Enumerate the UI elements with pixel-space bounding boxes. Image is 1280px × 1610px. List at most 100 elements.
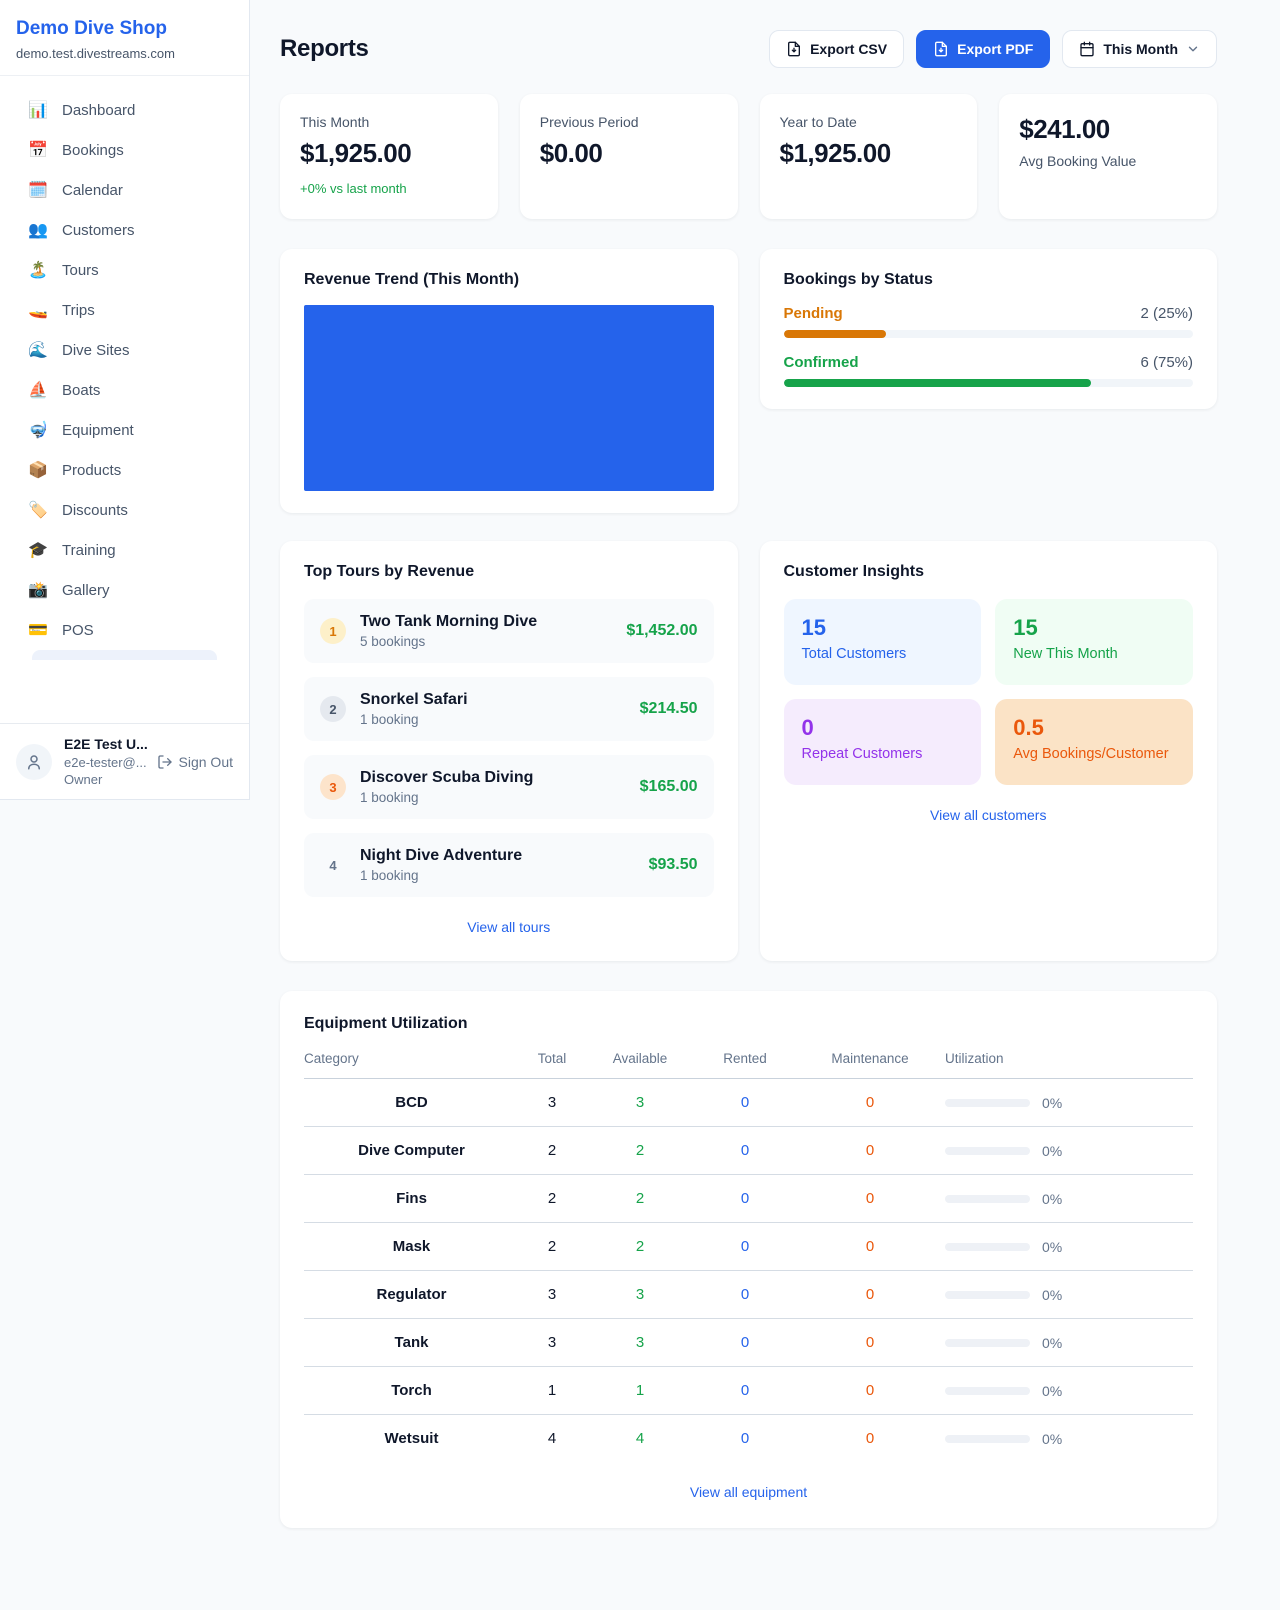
- shop-name: Demo Dive Shop: [16, 18, 233, 40]
- sidebar-item-pos[interactable]: 💳 POS: [16, 610, 233, 650]
- cell-available: 3: [585, 1079, 695, 1127]
- table-row: Mask 2 2 0 0 0%: [304, 1223, 1193, 1271]
- sidebar-item-gallery[interactable]: 📸Gallery: [16, 570, 233, 610]
- status-label-confirmed: Confirmed: [784, 354, 859, 371]
- trips-boat-icon: 🚤: [28, 300, 48, 320]
- stat-card-year-to-date: Year to Date $1,925.00: [760, 94, 978, 219]
- tour-bookings: 1 booking: [360, 712, 626, 727]
- cell-maintenance: 0: [795, 1223, 945, 1271]
- logout-icon: [157, 754, 173, 770]
- person-icon: [25, 753, 43, 771]
- bookings-calendar-icon: 📅: [28, 140, 48, 160]
- cell-available: 2: [585, 1223, 695, 1271]
- utilization-percent: 0%: [1042, 1239, 1062, 1255]
- cell-rented: 0: [695, 1127, 795, 1175]
- view-all-tours-link[interactable]: View all tours: [467, 919, 550, 935]
- cell-utilization: 0%: [945, 1271, 1193, 1319]
- status-label-pending: Pending: [784, 305, 843, 322]
- bookings-by-status-card: Bookings by Status Pending 2 (25%) Confi…: [760, 249, 1218, 409]
- tour-row: 3 Discover Scuba Diving1 booking $165.00: [304, 755, 714, 819]
- sidebar-item-trips[interactable]: 🚤Trips: [16, 290, 233, 330]
- reports-active-item-partial[interactable]: [32, 650, 217, 660]
- sidebar-item-label: Products: [62, 462, 121, 479]
- sidebar-item-training[interactable]: 🎓Training: [16, 530, 233, 570]
- tour-revenue: $165.00: [640, 778, 698, 796]
- chevron-down-icon: [1186, 42, 1200, 56]
- tour-revenue: $1,452.00: [626, 622, 697, 640]
- cell-total: 3: [519, 1079, 585, 1127]
- tour-bookings: 5 bookings: [360, 634, 612, 649]
- insight-value: 0.5: [1013, 715, 1175, 741]
- utilization-percent: 0%: [1042, 1095, 1062, 1111]
- stat-value: $0.00: [540, 138, 718, 169]
- insight-label: Repeat Customers: [802, 746, 964, 762]
- top-tours-card: Top Tours by Revenue 1 Two Tank Morning …: [280, 541, 738, 961]
- revenue-trend-card: Revenue Trend (This Month): [280, 249, 738, 513]
- table-header-row: Category Total Available Rented Maintena…: [304, 1051, 1193, 1079]
- utilization-percent: 0%: [1042, 1191, 1062, 1207]
- sidebar-item-label: Calendar: [62, 182, 123, 199]
- tour-name: Night Dive Adventure: [360, 847, 522, 864]
- calendar-icon: [1079, 41, 1095, 57]
- stat-value: $1,925.00: [780, 138, 958, 169]
- insight-label: New This Month: [1013, 646, 1175, 662]
- progress-fill-pending: [784, 330, 886, 338]
- cell-maintenance: 0: [795, 1271, 945, 1319]
- cell-utilization: 0%: [945, 1415, 1193, 1463]
- sidebar-item-boats[interactable]: ⛵Boats: [16, 370, 233, 410]
- view-all-equipment-link[interactable]: View all equipment: [690, 1484, 807, 1500]
- stat-value: $241.00: [1019, 114, 1197, 145]
- sidebar-item-equipment[interactable]: 🤿Equipment: [16, 410, 233, 450]
- table-row: Dive Computer 2 2 0 0 0%: [304, 1127, 1193, 1175]
- sidebar-item-bookings[interactable]: 📅Bookings: [16, 130, 233, 170]
- sidebar-item-discounts[interactable]: 🏷️Discounts: [16, 490, 233, 530]
- cell-utilization: 0%: [945, 1127, 1193, 1175]
- user-meta: E2E Test U... e2e-tester@... Sign Out Ow…: [64, 736, 233, 787]
- export-pdf-button[interactable]: Export PDF: [916, 30, 1050, 68]
- utilization-bar: [945, 1435, 1030, 1443]
- tour-row: 4 Night Dive Adventure1 booking $93.50: [304, 833, 714, 897]
- sidebar-item-label: Equipment: [62, 422, 134, 439]
- view-all-customers-link[interactable]: View all customers: [930, 807, 1046, 823]
- cell-available: 3: [585, 1319, 695, 1367]
- rank-badge: 4: [320, 852, 346, 878]
- sidebar-item-dashboard[interactable]: 📊Dashboard: [16, 90, 233, 130]
- column-header-rented: Rented: [695, 1051, 795, 1079]
- sidebar-item-label: Dashboard: [62, 102, 135, 119]
- cell-total: 2: [519, 1223, 585, 1271]
- table-row: BCD 3 3 0 0 0%: [304, 1079, 1193, 1127]
- rank-badge: 2: [320, 696, 346, 722]
- sign-out-button[interactable]: Sign Out: [157, 754, 233, 770]
- sidebar-nav: 📊Dashboard 📅Bookings 🗓️Calendar 👥Custome…: [0, 76, 249, 660]
- sidebar-item-label: Tours: [62, 262, 99, 279]
- wave-icon: 🌊: [28, 340, 48, 360]
- cell-category: Wetsuit: [304, 1415, 519, 1463]
- column-header-total: Total: [519, 1051, 585, 1079]
- export-csv-button[interactable]: Export CSV: [769, 30, 904, 68]
- cell-available: 1: [585, 1367, 695, 1415]
- progress-track: [784, 330, 1194, 338]
- cell-rented: 0: [695, 1175, 795, 1223]
- sidebar-item-label: POS: [62, 622, 94, 639]
- progress-track: [784, 379, 1194, 387]
- utilization-bar: [945, 1243, 1030, 1251]
- sidebar-item-products[interactable]: 📦 Products: [16, 450, 233, 490]
- sidebar-item-calendar[interactable]: 🗓️Calendar: [16, 170, 233, 210]
- table-row: Fins 2 2 0 0 0%: [304, 1175, 1193, 1223]
- customer-insights-card: Customer Insights 15 Total Customers 15 …: [760, 541, 1218, 961]
- file-download-icon: [933, 41, 949, 57]
- cell-maintenance: 0: [795, 1415, 945, 1463]
- package-icon: 📦: [28, 460, 48, 480]
- sidebar-item-customers[interactable]: 👥Customers: [16, 210, 233, 250]
- period-dropdown[interactable]: This Month: [1062, 30, 1217, 68]
- utilization-bar: [945, 1291, 1030, 1299]
- cell-maintenance: 0: [795, 1367, 945, 1415]
- sidebar-item-label: Gallery: [62, 582, 110, 599]
- column-header-utilization: Utilization: [945, 1051, 1193, 1079]
- insight-value: 15: [802, 615, 964, 641]
- sidebar-item-label: Customers: [62, 222, 135, 239]
- sidebar-item-tours[interactable]: 🏝️Tours: [16, 250, 233, 290]
- sidebar-item-dive-sites[interactable]: 🌊Dive Sites: [16, 330, 233, 370]
- cell-rented: 0: [695, 1367, 795, 1415]
- credit-card-icon: 💳: [28, 620, 48, 640]
